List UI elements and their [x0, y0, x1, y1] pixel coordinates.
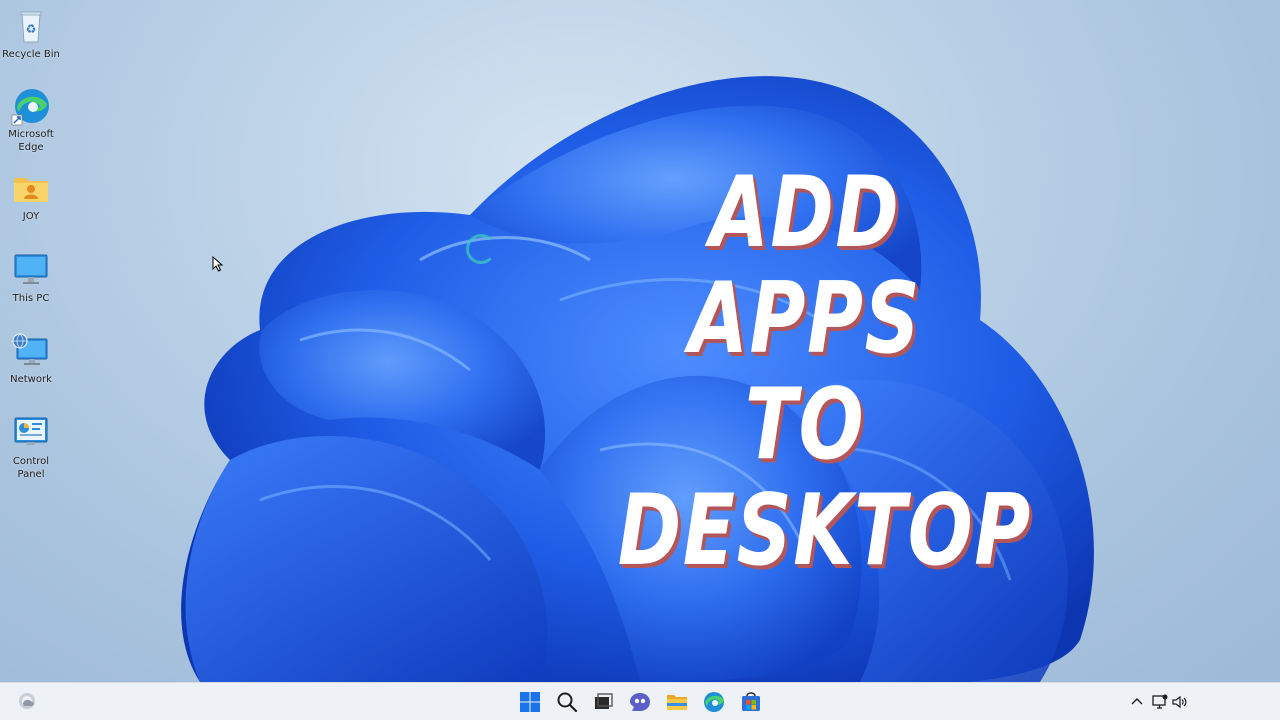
desktop-icon-edge[interactable]: Microsoft Edge	[0, 86, 62, 154]
edge-icon	[11, 89, 49, 126]
search-icon[interactable]	[554, 689, 580, 715]
chat-icon[interactable]	[627, 689, 653, 715]
desktop-icon-label: This PC	[12, 293, 50, 304]
task-view-icon[interactable]	[590, 689, 616, 715]
chevron-up-icon[interactable]	[1128, 693, 1146, 711]
monitor-icon	[14, 254, 48, 284]
desktop-icon-label: JOY	[22, 211, 40, 222]
desktop-icon-control-panel[interactable]: Control Panel	[0, 413, 62, 481]
mouse-cursor-icon	[212, 256, 224, 272]
start-button[interactable]	[517, 689, 543, 715]
desktop-icon-label: Recycle Bin	[2, 49, 60, 60]
svg-text:♻: ♻	[26, 22, 37, 36]
desktop-icon-label: Control Panel	[12, 456, 50, 480]
store-icon[interactable]	[738, 689, 764, 715]
overlay-title: ADD APPS TO DESKTOP	[617, 156, 1032, 588]
desktop: ♻ Recycle Bin Microsoft Edge JOY This PC…	[0, 0, 1280, 682]
control-panel-icon	[14, 417, 48, 445]
recycle-bin-icon: ♻	[20, 11, 42, 43]
overlay-title-line: TO	[744, 368, 866, 482]
user-folder-icon	[14, 178, 48, 202]
desktop-icon-label: Microsoft Edge	[8, 129, 54, 153]
desktop-icon-user-folder[interactable]: JOY	[0, 168, 62, 223]
overlay-title-line: DESKTOP	[617, 474, 1032, 588]
network-icon[interactable]	[1151, 693, 1169, 711]
desktop-icon-network[interactable]: Network	[0, 331, 62, 386]
folder-icon[interactable]	[664, 689, 690, 715]
desktop-icon-recycle-bin[interactable]: ♻ Recycle Bin	[0, 6, 62, 61]
desktop-icon-this-pc[interactable]: This PC	[0, 250, 62, 305]
widgets-weather-icon[interactable]	[14, 688, 40, 714]
volume-icon[interactable]	[1171, 693, 1189, 711]
taskbar	[0, 682, 1280, 720]
network-icon	[12, 333, 48, 365]
loading-spinner-icon	[466, 234, 496, 264]
desktop-icon-label: Network	[10, 374, 52, 385]
overlay-title-line: ADD APPS	[688, 156, 922, 376]
edge-icon[interactable]	[701, 689, 727, 715]
